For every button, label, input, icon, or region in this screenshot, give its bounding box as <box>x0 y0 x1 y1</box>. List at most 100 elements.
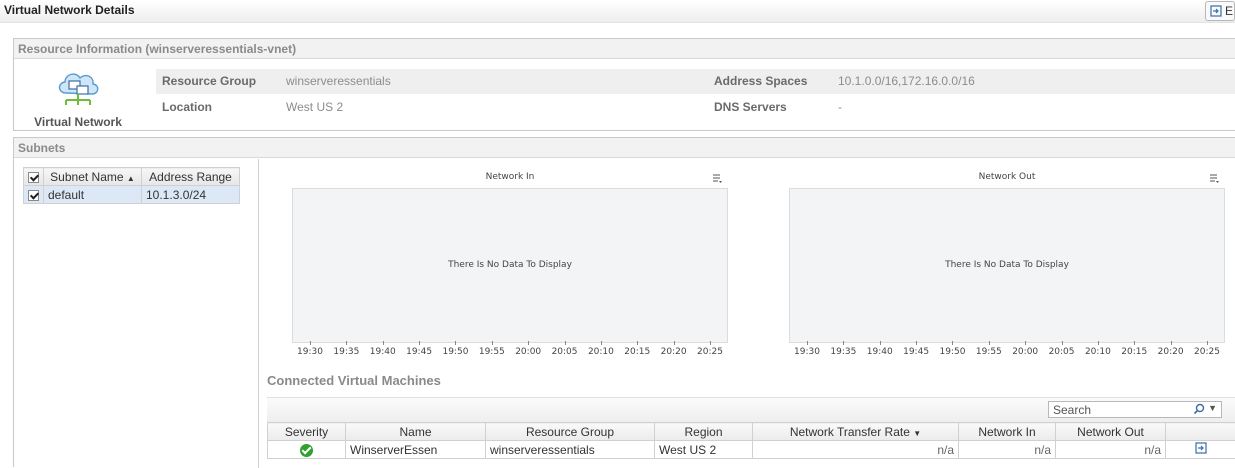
x-axis-tick <box>952 341 953 345</box>
x-axis-tick <box>989 341 990 345</box>
export-label: E <box>1225 4 1233 18</box>
column-header-network-out[interactable]: Network Out <box>1056 423 1166 441</box>
table-row[interactable]: default 10.1.3.0/24 <box>24 186 240 204</box>
connected-vms-title: Connected Virtual Machines <box>267 373 441 388</box>
select-all-checkbox[interactable] <box>24 168 44 186</box>
column-header-actions <box>1166 423 1235 441</box>
severity-cell <box>268 441 346 459</box>
chart-menu-icon[interactable] <box>712 173 723 184</box>
network-in-chart-area: There Is No Data To Display <box>292 188 728 343</box>
x-axis-tick <box>492 341 493 345</box>
sort-ascending-icon: ▲ <box>127 174 135 183</box>
info-key: DNS Servers <box>714 100 787 114</box>
x-axis-tick-label: 20:25 <box>697 347 723 357</box>
no-data-message: There Is No Data To Display <box>790 260 1224 270</box>
title-bar <box>0 0 1235 23</box>
open-details-icon[interactable] <box>1195 442 1207 454</box>
export-button[interactable]: E <box>1205 1 1235 21</box>
x-axis-tick-label: 19:50 <box>939 347 965 357</box>
x-axis-tick <box>1062 341 1063 345</box>
chart-title-network-out: Network Out <box>789 172 1225 182</box>
column-header-name[interactable]: Name <box>346 423 486 441</box>
x-axis-tick <box>1207 341 1208 345</box>
status-ok-icon <box>300 444 313 457</box>
chart-menu-icon[interactable] <box>1209 173 1220 184</box>
virtual-network-icon <box>54 67 102 109</box>
column-header-resource-group[interactable]: Resource Group <box>486 423 655 441</box>
network-in-cell: n/a <box>959 441 1056 459</box>
x-axis-tick-label: 20:10 <box>1085 347 1111 357</box>
network-out-chart-area: There Is No Data To Display <box>789 188 1225 343</box>
info-value: winserveressentials <box>286 74 391 88</box>
x-axis-tick <box>310 341 311 345</box>
chevron-down-icon[interactable]: ▼ <box>1208 403 1217 413</box>
x-axis-tick <box>674 341 675 345</box>
x-axis-tick <box>1098 341 1099 345</box>
search-icon[interactable] <box>1193 403 1205 415</box>
info-key: Location <box>162 100 212 114</box>
x-axis-tick-label: 19:55 <box>976 347 1002 357</box>
vm-name-cell[interactable]: WinserverEssen <box>346 441 486 459</box>
info-key: Resource Group <box>162 74 256 88</box>
resource-information-header: Resource Information (winserveressential… <box>14 39 1235 59</box>
x-axis-tick <box>528 341 529 345</box>
column-header-network-transfer-rate[interactable]: Network Transfer Rate ▼ <box>753 423 959 441</box>
x-axis-tick-label: 20:15 <box>624 347 650 357</box>
column-header-severity[interactable]: Severity <box>268 423 346 441</box>
x-axis-tick-label: 19:55 <box>479 347 505 357</box>
x-axis-tick-label: 20:20 <box>1158 347 1184 357</box>
table-row[interactable]: WinserverEssen winserveressentials West … <box>268 441 1235 459</box>
subnets-panel: Subnets Subnet Name ▲ Address Range defa… <box>13 137 1235 467</box>
x-axis-tick <box>843 341 844 345</box>
action-cell[interactable] <box>1166 441 1235 459</box>
info-value: 10.1.0.0/16,172.16.0.0/16 <box>838 74 975 88</box>
x-axis-tick-label: 19:45 <box>406 347 432 357</box>
x-axis-tick-label: 19:40 <box>867 347 893 357</box>
info-row: Resource Group winserveressentials Addre… <box>156 69 1235 94</box>
transfer-rate-cell: n/a <box>753 441 959 459</box>
x-axis-tick-label: 20:25 <box>1194 347 1220 357</box>
x-axis-tick <box>383 341 384 345</box>
info-value: - <box>838 100 842 114</box>
column-header-address-range[interactable]: Address Range <box>142 168 240 186</box>
x-axis-tick <box>807 341 808 345</box>
x-axis-tick <box>916 341 917 345</box>
x-axis-tick <box>1134 341 1135 345</box>
row-checkbox[interactable] <box>24 186 44 204</box>
column-header-subnet-name[interactable]: Subnet Name ▲ <box>44 168 142 186</box>
vm-table: Severity Name Resource Group Region Netw… <box>267 422 1235 459</box>
info-row: Location West US 2 DNS Servers - <box>156 95 1235 120</box>
subnets-header: Subnets <box>14 138 1235 158</box>
x-axis-tick-label: 20:20 <box>661 347 687 357</box>
x-axis-tick-label: 20:05 <box>1049 347 1075 357</box>
x-axis-tick <box>710 341 711 345</box>
x-axis-tick <box>455 341 456 345</box>
x-axis-tick-label: 20:10 <box>588 347 614 357</box>
resource-information-panel: Resource Information (winserveressential… <box>13 38 1235 131</box>
region-cell: West US 2 <box>655 441 753 459</box>
chart-title-network-in: Network In <box>292 172 728 182</box>
x-axis-tick-label: 20:05 <box>552 347 578 357</box>
x-axis-tick <box>1025 341 1026 345</box>
subnet-table: Subnet Name ▲ Address Range default 10.1… <box>23 167 240 204</box>
subnet-name-cell: default <box>44 186 142 204</box>
column-header-region[interactable]: Region <box>655 423 753 441</box>
info-key: Address Spaces <box>714 74 807 88</box>
resource-group-cell: winserveressentials <box>486 441 655 459</box>
x-axis-tick-label: 19:35 <box>333 347 359 357</box>
x-axis-tick <box>637 341 638 345</box>
x-axis-tick-label: 19:50 <box>442 347 468 357</box>
x-axis-tick-label: 19:30 <box>297 347 323 357</box>
column-header-network-in[interactable]: Network In <box>959 423 1056 441</box>
search-input[interactable]: Search ▼ <box>1048 401 1222 418</box>
x-axis-tick-label: 19:35 <box>830 347 856 357</box>
vm-toolbar: Search ▼ <box>267 397 1235 422</box>
export-icon <box>1210 5 1222 17</box>
virtual-network-label: Virtual Network <box>22 115 134 129</box>
page-title: Virtual Network Details <box>4 3 135 17</box>
x-axis-tick-label: 19:45 <box>903 347 929 357</box>
x-axis-tick <box>601 341 602 345</box>
sort-descending-icon: ▼ <box>913 429 921 438</box>
network-out-cell: n/a <box>1056 441 1166 459</box>
x-axis-tick <box>565 341 566 345</box>
